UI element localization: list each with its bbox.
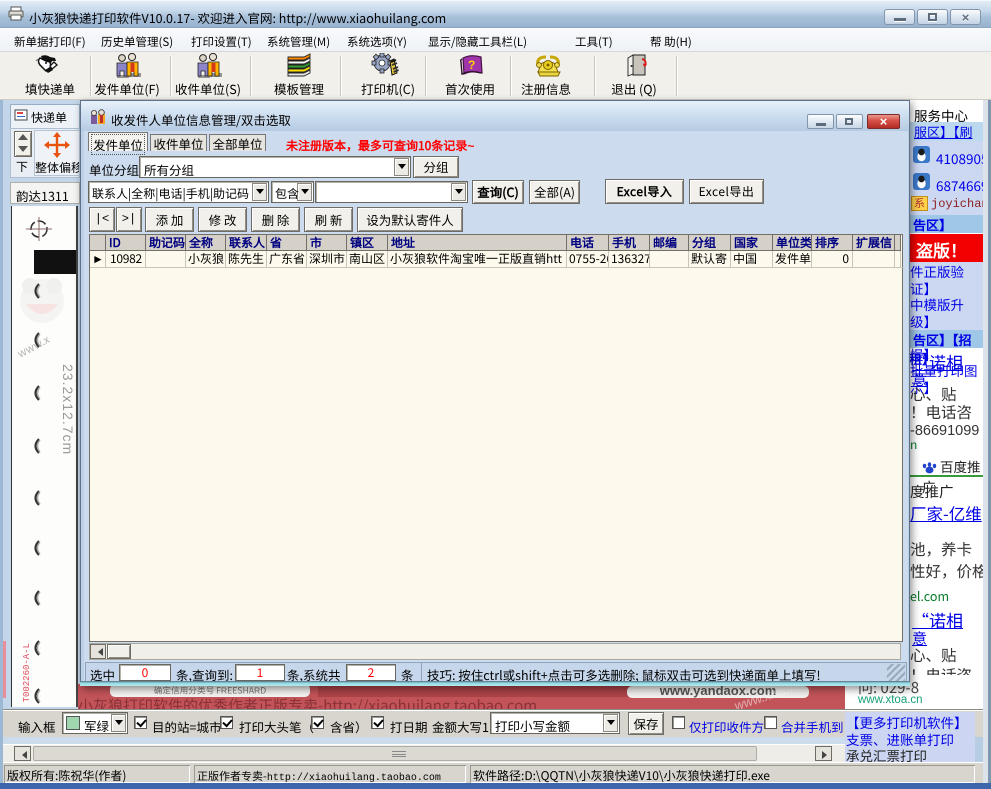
svg-text:?: ? [468,56,475,73]
